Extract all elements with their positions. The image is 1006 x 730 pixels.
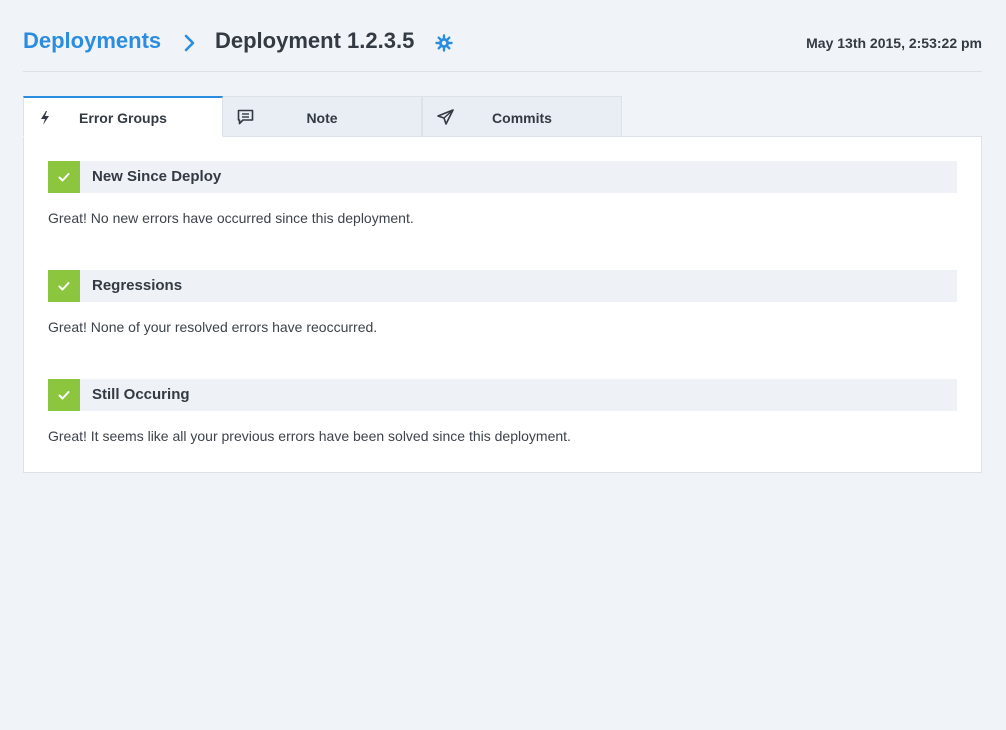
section-header: New Since Deploy — [48, 161, 957, 193]
section-new-since-deploy: New Since Deploy Great! No new errors ha… — [48, 161, 957, 226]
tab-commits[interactable]: Commits — [422, 96, 622, 137]
section-message: Great! None of your resolved errors have… — [48, 319, 378, 335]
deployment-date: May 13th 2015, 2:53:22 pm — [806, 35, 982, 51]
page: Deployments Deployment 1.2.3.5 May 13th … — [0, 0, 1006, 730]
section-regressions: Regressions Great! None of your resolved… — [48, 270, 957, 335]
section-header: Still Occuring — [48, 379, 957, 411]
tab-note[interactable]: Note — [222, 96, 422, 137]
check-icon — [48, 270, 80, 302]
check-icon — [48, 161, 80, 193]
page-title: Deployment 1.2.3.5 — [215, 28, 415, 53]
gear-icon[interactable] — [435, 34, 453, 52]
section-header: Regressions — [48, 270, 957, 302]
header: Deployments Deployment 1.2.3.5 May 13th … — [23, 24, 982, 72]
section-message: Great! It seems like all your previous e… — [48, 428, 571, 444]
chevron-right-icon — [184, 34, 195, 52]
breadcrumb-deployments-link[interactable]: Deployments — [23, 28, 161, 54]
section-title: Regressions — [92, 277, 183, 294]
tab-label: Commits — [492, 110, 552, 126]
tab-bar: Error Groups Note Commits — [23, 96, 623, 137]
tab-label: Error Groups — [79, 110, 167, 126]
error-groups-panel: New Since Deploy Great! No new errors ha… — [23, 136, 982, 473]
tab-label: Note — [306, 110, 338, 126]
section-title: Still Occuring — [92, 386, 190, 403]
section-still-occuring: Still Occuring Great! It seems like all … — [48, 379, 957, 444]
section-title: New Since Deploy — [92, 168, 222, 185]
check-icon — [48, 379, 80, 411]
section-message: Great! No new errors have occurred since… — [48, 210, 414, 226]
tab-error-groups[interactable]: Error Groups — [23, 96, 223, 137]
